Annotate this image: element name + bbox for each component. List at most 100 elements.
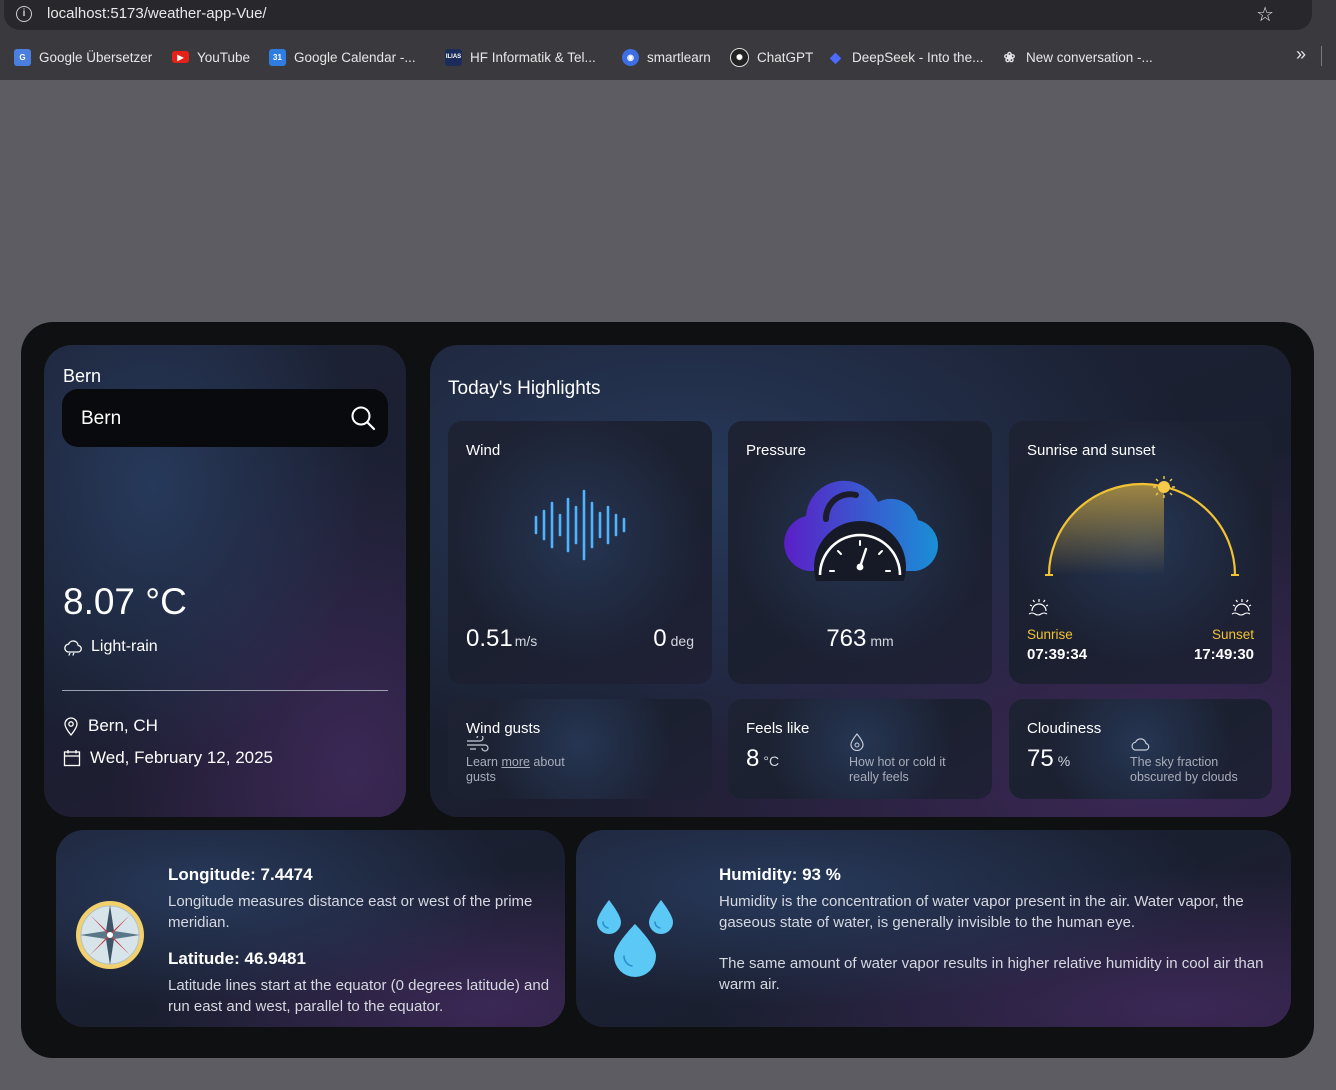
bookmark-google-calendar[interactable]: 31 Google Calendar -...: [269, 46, 416, 68]
humidity-panel: Humidity: 93 % Humidity is the concentra…: [576, 830, 1291, 1027]
location-pin-icon: [64, 717, 78, 736]
browser-chrome: i localhost:5173/weather-app-Vue/ ☆ G Go…: [0, 0, 1336, 80]
url-text[interactable]: localhost:5173/weather-app-Vue/: [47, 5, 267, 22]
pressure-card: Pressure 763 mm: [728, 421, 992, 684]
feels-note: How hot or cold it really feels: [849, 755, 946, 785]
sunrise-time: 07:39:34: [1027, 646, 1088, 663]
calendar-icon: [63, 750, 81, 767]
city-label: Bern: [63, 366, 102, 386]
bookmark-deepseek[interactable]: ◆ DeepSeek - Into the...: [827, 46, 983, 68]
sun-arc-chart: [1045, 476, 1239, 576]
sunset-time: 17:49:30: [1193, 646, 1254, 663]
google-translate-icon: G: [14, 48, 31, 66]
current-weather-panel: Bern Bern 8.07 °C Light-rain Bern, CH We…: [44, 345, 406, 817]
whale-icon: ◆: [830, 48, 841, 65]
cloud-note-line1: The sky fraction: [1130, 755, 1219, 769]
weather-app: Bern Bern 8.07 °C Light-rain Bern, CH We…: [21, 322, 1314, 1058]
humidity-text-2: The same amount of water vapor results i…: [719, 955, 1264, 993]
feels-title: Feels like: [746, 720, 810, 737]
bookmark-youtube[interactable]: ▶ YouTube: [172, 46, 250, 68]
longitude-text: Longitude measures distance east or west…: [168, 893, 533, 931]
sunset-icon: [1231, 599, 1252, 616]
wind-gust-icon: [467, 736, 489, 752]
pressure-value-row: 763 mm: [728, 625, 992, 653]
wind-gusts-card: Wind gusts Learn more about gusts: [448, 699, 712, 799]
sun-position-icon: [1158, 481, 1170, 493]
address-bar[interactable]: i localhost:5173/weather-app-Vue/ ☆: [4, 0, 1312, 30]
wind-deg-value: 0: [653, 625, 667, 652]
cloudiness-card: Cloudiness 75% The sky fraction obscured…: [1009, 699, 1272, 799]
pressure-value: 763: [826, 625, 867, 652]
learn-more-link[interactable]: more: [501, 755, 529, 769]
sunset-label: Sunset: [1211, 627, 1254, 642]
bookmark-label: YouTube: [197, 49, 251, 65]
search-box[interactable]: Bern: [62, 389, 388, 447]
date-row: Wed, February 12, 2025: [63, 748, 273, 768]
youtube-icon: ▶: [172, 51, 189, 63]
info-icon[interactable]: i: [16, 6, 32, 22]
gusts-note: Learn more about gusts: [466, 755, 565, 785]
feels-note-line1: How hot or cold it: [849, 755, 946, 769]
feels-value: 8: [746, 745, 760, 772]
cloud-title: Cloudiness: [1027, 720, 1102, 737]
date-text: Wed, February 12, 2025: [90, 748, 274, 767]
divider: [62, 690, 388, 691]
gusts-note-post: about: [529, 755, 565, 769]
sunrise-sunset-card: Sunrise and sunset Sunrise 07:39:34 Suns…: [1009, 421, 1272, 684]
drop-thermometer-icon: [850, 733, 864, 751]
bookmarks-separator: [1321, 46, 1322, 66]
cloud-value: 75: [1027, 745, 1054, 772]
bookmark-google-translate[interactable]: G Google Übersetzer: [14, 46, 152, 68]
weather-condition: Light-rain: [63, 638, 158, 656]
chevron-right-icon[interactable]: »: [1296, 44, 1306, 65]
owl-icon: ◉: [622, 48, 639, 66]
condition-text: Light-rain: [91, 638, 158, 655]
highlights-title: Today's Highlights: [448, 378, 601, 399]
cloud-note: The sky fraction obscured by clouds: [1130, 755, 1238, 785]
longitude-title: Longitude: 7.4474: [168, 865, 313, 884]
star-icon[interactable]: ☆: [1256, 2, 1274, 27]
water-drops-icon: [597, 900, 673, 977]
humidity-title: Humidity: 93 %: [719, 865, 841, 884]
bookmark-label: Google Calendar -...: [294, 49, 416, 65]
feels-like-card: Feels like 8 °C How hot or cold it really…: [728, 699, 992, 799]
feels-value-row: 8 °C: [746, 745, 779, 773]
bookmark-new-conversation[interactable]: ❀ New conversation -...: [1001, 46, 1153, 68]
wind-title: Wind: [466, 442, 501, 459]
location-row: Bern, CH: [63, 716, 158, 736]
calendar-icon: 31: [269, 48, 286, 66]
bookmark-smartlearn[interactable]: ◉ smartlearn: [622, 46, 711, 68]
daylight-fill: [1049, 484, 1164, 575]
bookmark-label: ChatGPT: [757, 49, 814, 65]
copilot-icon: ❀: [1003, 48, 1016, 65]
bookmark-label: Google Übersetzer: [39, 49, 153, 65]
bookmark-label: New conversation -...: [1026, 49, 1153, 65]
bookmarks-bar: G Google Übersetzer ▶ YouTube 31 Google …: [14, 46, 1314, 68]
cloud-icon: [1131, 738, 1150, 751]
bookmark-label: smartlearn: [647, 49, 711, 65]
search-input[interactable]: Bern: [81, 408, 121, 430]
bookmark-hf-informatik[interactable]: ILIAS HF Informatik & Tel...: [445, 46, 596, 68]
highlights-panel: Today's Highlights Wind 0.51 m/s 0 deg P…: [430, 345, 1291, 817]
cloud-unit: %: [1057, 753, 1071, 769]
humidity-text-1: Humidity is the concentration of water v…: [719, 893, 1244, 931]
bookmark-chatgpt[interactable]: ✺ ChatGPT: [730, 46, 813, 68]
pressure-unit: mm: [870, 633, 894, 649]
bookmark-label: DeepSeek - Into the...: [852, 49, 984, 65]
coordinates-panel: Longitude: 7.4474 Longitude measures dis…: [56, 830, 565, 1027]
wind-deg-unit: deg: [670, 633, 694, 649]
compass-icon: [76, 901, 144, 969]
pressure-gauge-icon: [784, 480, 939, 581]
feels-note-line2: really feels: [849, 770, 909, 784]
temperature: 8.07 °C: [63, 581, 187, 622]
search-icon[interactable]: [350, 405, 376, 431]
pressure-title: Pressure: [746, 442, 807, 459]
location-text: Bern, CH: [88, 716, 158, 735]
sunrise-icon: [1028, 599, 1049, 616]
chatgpt-icon: ✺: [730, 47, 749, 67]
wind-direction: 0 deg: [653, 625, 694, 653]
gusts-note-line2: gusts: [466, 770, 496, 784]
wind-speed-unit: m/s: [514, 633, 538, 649]
cloud-value-row: 75%: [1027, 745, 1070, 773]
sun-title: Sunrise and sunset: [1027, 442, 1156, 459]
